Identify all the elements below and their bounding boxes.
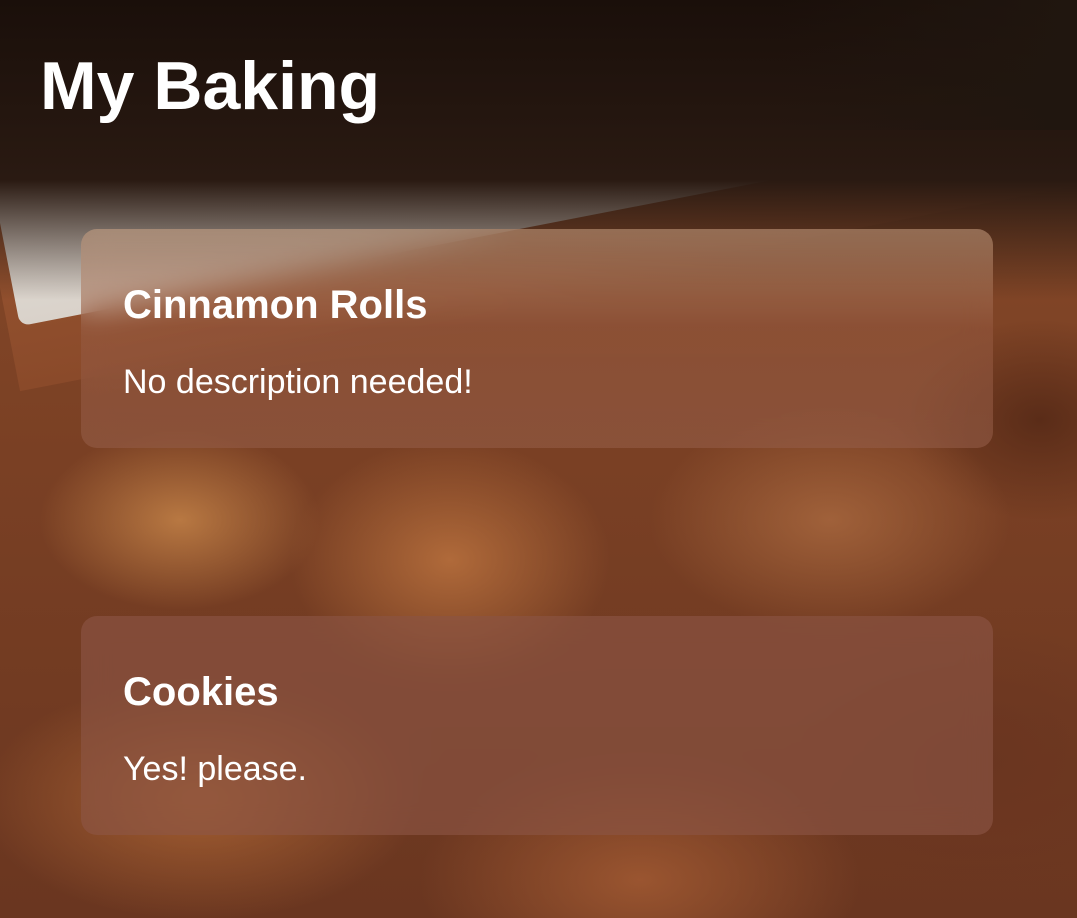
recipe-description: No description needed! [123, 363, 473, 401]
recipe-title: Cookies [123, 670, 279, 714]
recipe-card[interactable]: Cinnamon Rolls No description needed! [81, 229, 993, 448]
recipe-title: Cinnamon Rolls [123, 283, 428, 327]
recipe-description: Yes! please. [123, 750, 307, 788]
background-photo-corner [777, 0, 1077, 130]
page-title: My Baking [40, 48, 381, 124]
app-screen: My Baking Cinnamon Rolls No description … [0, 0, 1077, 918]
recipe-card[interactable]: Cookies Yes! please. [81, 616, 993, 835]
